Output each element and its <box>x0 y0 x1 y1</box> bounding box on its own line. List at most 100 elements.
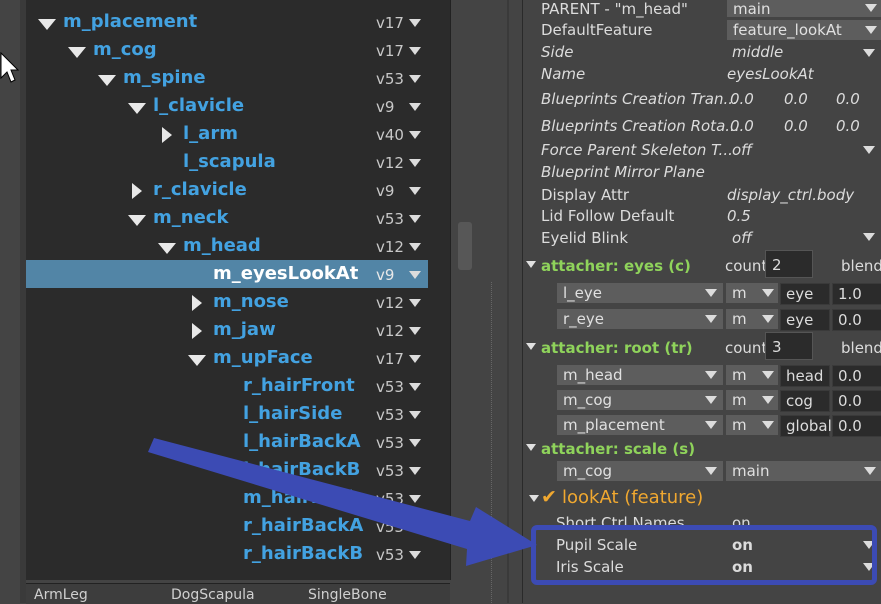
outliner-row[interactable]: m_placement v17 <box>26 8 428 36</box>
scale-mode-dropdown[interactable]: main <box>726 461 881 481</box>
chevron-down-icon[interactable] <box>409 75 421 83</box>
bp-rot-z[interactable]: 0.0 <box>836 117 860 135</box>
parent-dropdown[interactable]: main <box>727 0 881 18</box>
outliner-row[interactable]: m_head v12 <box>26 232 428 260</box>
attacher-attr-field[interactable]: head <box>780 365 830 387</box>
outliner-row[interactable]: m_upFace v17 <box>26 344 428 372</box>
expand-down-icon[interactable] <box>128 103 146 114</box>
lid-follow-value[interactable]: 0.5 <box>727 207 751 225</box>
outliner-row[interactable]: l_clavicle v9 <box>26 92 428 120</box>
attacher-mode-dropdown[interactable]: m <box>726 415 778 435</box>
chevron-down-icon[interactable] <box>863 233 875 241</box>
chevron-down-icon[interactable] <box>409 551 421 559</box>
expand-down-icon[interactable] <box>158 243 176 254</box>
chevron-down-icon[interactable] <box>409 495 421 503</box>
attacher-value-field[interactable]: 0.0 <box>832 390 881 412</box>
collapse-icon[interactable] <box>526 444 536 451</box>
default-feature-dropdown[interactable]: feature_lookAt <box>727 20 881 40</box>
tab-singlebone[interactable]: SingleBone <box>308 587 387 603</box>
scale-target-dropdown[interactable]: m_cog <box>557 461 723 481</box>
attacher-value-field[interactable]: 1.0 <box>832 283 881 305</box>
bp-trans-y[interactable]: 0.0 <box>784 90 808 108</box>
side-value[interactable]: middle <box>732 43 783 61</box>
name-value[interactable]: eyesLookAt <box>727 65 814 83</box>
bp-rot-x[interactable]: 0.0 <box>730 117 754 135</box>
attacher-attr-field[interactable]: eye <box>780 309 830 331</box>
chevron-down-icon[interactable] <box>409 187 421 195</box>
expand-down-icon[interactable] <box>188 355 206 366</box>
chevron-down-icon[interactable] <box>409 355 421 363</box>
outliner-row[interactable]: l_hairSide v53 <box>26 400 428 428</box>
attacher-target-dropdown[interactable]: m_head <box>557 365 723 385</box>
attacher-value-field[interactable]: 0.0 <box>832 309 881 331</box>
expand-down-icon[interactable] <box>128 215 146 226</box>
outliner-row[interactable]: l_arm v40 <box>26 120 428 148</box>
attacher-mode-dropdown[interactable]: m <box>726 365 778 385</box>
attacher-target-dropdown[interactable]: r_eye <box>557 309 723 329</box>
eyelid-blink-value[interactable]: off <box>732 229 752 247</box>
outliner-row[interactable]: l_hairBackA v53 <box>26 428 428 456</box>
outliner-row[interactable]: m_jaw v12 <box>26 316 428 344</box>
attacher-eyes-title[interactable]: attacher: eyes (c) <box>541 257 691 275</box>
attacher-root-title[interactable]: attacher: root (tr) <box>541 339 693 357</box>
outliner-row[interactable]: l_scapula v12 <box>26 148 428 176</box>
attacher-attr-field[interactable]: cog <box>780 390 830 412</box>
chevron-down-icon[interactable] <box>409 383 421 391</box>
attacher-attr-field[interactable]: eye <box>780 283 830 305</box>
force-parent-value[interactable]: off <box>732 141 752 159</box>
expand-down-icon[interactable] <box>98 75 116 86</box>
chevron-down-icon[interactable] <box>409 271 421 279</box>
chevron-down-icon[interactable] <box>409 327 421 335</box>
expand-down-icon[interactable] <box>38 19 56 30</box>
outliner-row[interactable]: r_hairBackA v53 <box>26 512 428 540</box>
bp-trans-x[interactable]: 0.0 <box>730 90 754 108</box>
outliner-row[interactable]: m_neck v53 <box>26 204 428 232</box>
feature-title[interactable]: lookAt (feature) <box>562 487 703 508</box>
collapse-icon[interactable] <box>529 495 539 502</box>
bp-rot-y[interactable]: 0.0 <box>784 117 808 135</box>
outliner-row[interactable]: m_spine v53 <box>26 64 428 92</box>
expand-down-icon[interactable] <box>68 47 86 58</box>
outliner-row[interactable]: m_eyesLookAt v9 <box>26 260 428 288</box>
outliner-row[interactable]: r_clavicle v9 <box>26 176 428 204</box>
attacher-target-dropdown[interactable]: m_cog <box>557 390 723 410</box>
outliner-row[interactable]: m_nose v12 <box>26 288 428 316</box>
outliner-row[interactable]: m_cog v17 <box>26 36 428 64</box>
chevron-down-icon[interactable] <box>863 146 875 154</box>
collapse-icon[interactable] <box>526 261 536 268</box>
chevron-down-icon[interactable] <box>409 243 421 251</box>
attacher-scale-title[interactable]: attacher: scale (s) <box>541 440 695 458</box>
expand-right-icon[interactable] <box>162 127 172 143</box>
display-attr-value[interactable]: display_ctrl.body <box>727 186 854 204</box>
outliner-row[interactable]: r_hairFront v53 <box>26 372 428 400</box>
chevron-down-icon[interactable] <box>409 103 421 111</box>
tab-armleg[interactable]: ArmLeg <box>34 587 88 603</box>
chevron-down-icon[interactable] <box>409 467 421 475</box>
attacher-value-field[interactable]: 0.0 <box>832 415 881 437</box>
attacher-mode-dropdown[interactable]: m <box>726 309 778 329</box>
chevron-down-icon[interactable] <box>409 19 421 27</box>
outliner-row[interactable]: l_hairBackB v53 <box>26 456 428 484</box>
chevron-down-icon[interactable] <box>409 299 421 307</box>
root-count-field[interactable]: 3 <box>765 332 813 360</box>
chevron-down-icon[interactable] <box>409 439 421 447</box>
outliner-row[interactable]: r_hairBackB v53 <box>26 540 428 568</box>
chevron-down-icon[interactable] <box>409 411 421 419</box>
expand-right-icon[interactable] <box>132 183 142 199</box>
chevron-down-icon[interactable] <box>409 215 421 223</box>
chevron-down-icon[interactable] <box>409 131 421 139</box>
attacher-target-dropdown[interactable]: m_placement <box>557 415 723 435</box>
chevron-down-icon[interactable] <box>409 47 421 55</box>
splitter-handle[interactable] <box>458 222 472 270</box>
attacher-mode-dropdown[interactable]: m <box>726 283 778 303</box>
chevron-down-icon[interactable] <box>409 159 421 167</box>
eyes-count-field[interactable]: 2 <box>765 250 813 278</box>
attacher-target-dropdown[interactable]: l_eye <box>557 283 723 303</box>
collapse-icon[interactable] <box>526 343 536 350</box>
attacher-mode-dropdown[interactable]: m <box>726 390 778 410</box>
attacher-attr-field[interactable]: global <box>780 415 832 437</box>
expand-right-icon[interactable] <box>192 295 202 311</box>
outliner-row[interactable]: m_hairBack v53 <box>26 484 428 512</box>
tab-dogscapula[interactable]: DogScapula <box>171 587 255 603</box>
bp-trans-z[interactable]: 0.0 <box>836 90 860 108</box>
